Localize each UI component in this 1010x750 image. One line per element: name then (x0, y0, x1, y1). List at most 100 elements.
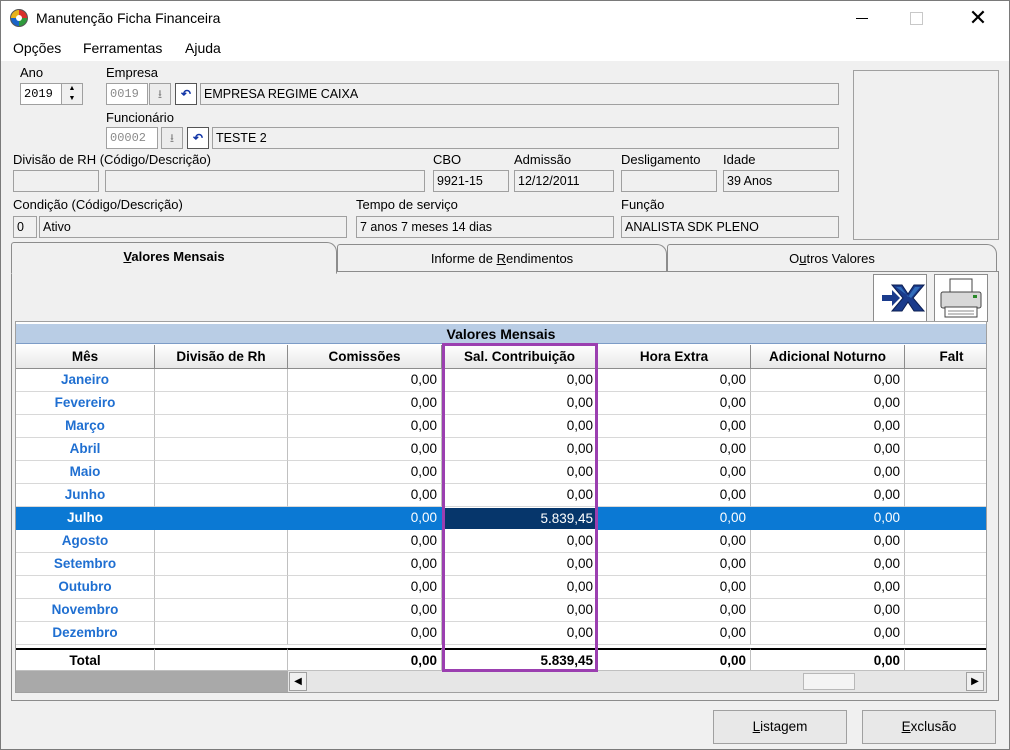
cell-mes[interactable]: Outubro (16, 576, 155, 599)
listagem-button[interactable]: Listagem (713, 710, 847, 744)
funcionario-code-input[interactable]: 00002 (106, 127, 158, 149)
cell-divisao[interactable] (155, 484, 288, 507)
cell-faltas[interactable] (905, 484, 986, 507)
cell-comissoes[interactable]: 0,00 (288, 599, 442, 622)
tab-informe-rendimentos[interactable]: Informe de Rendimentos (337, 244, 667, 272)
cell-mes[interactable]: Julho (16, 507, 155, 530)
cell-sal-contribuicao[interactable]: 0,00 (442, 461, 598, 484)
cell-divisao[interactable] (155, 576, 288, 599)
cell-mes[interactable]: Fevereiro (16, 392, 155, 415)
table-row[interactable]: Outubro 0,00 0,00 0,00 0,00 (16, 576, 986, 599)
table-row-total[interactable]: Total 0,00 5.839,45 0,00 0,00 (16, 648, 986, 671)
empresa-code-input[interactable]: 0019 (106, 83, 148, 105)
cell-hora-extra[interactable]: 0,00 (598, 507, 751, 530)
cell-adicional-noturno[interactable]: 0,00 (751, 530, 905, 553)
cell-divisao[interactable] (155, 369, 288, 392)
cell-faltas[interactable] (905, 438, 986, 461)
funcionario-download-icon[interactable]: ⭳ (161, 127, 183, 149)
scroll-right-icon[interactable]: ▶ (966, 672, 984, 691)
cell-comissoes[interactable]: 0,00 (288, 392, 442, 415)
cell-faltas[interactable] (905, 461, 986, 484)
cell-comissoes[interactable]: 0,00 (288, 576, 442, 599)
cell-divisao[interactable] (155, 599, 288, 622)
table-row[interactable]: Julho 0,00 5.839,45 0,00 0,00 (16, 507, 986, 530)
cell-adicional-noturno[interactable]: 0,00 (751, 507, 905, 530)
close-button[interactable]: ✕ (955, 1, 1001, 35)
table-row[interactable]: Junho 0,00 0,00 0,00 0,00 (16, 484, 986, 507)
cell-hora-extra[interactable]: 0,00 (598, 553, 751, 576)
tab-valores-mensais[interactable]: Valores Mensais (11, 242, 337, 274)
cell-divisao[interactable] (155, 553, 288, 576)
cell-adicional-noturno[interactable]: 0,00 (751, 461, 905, 484)
cell-adicional-noturno[interactable]: 0,00 (751, 369, 905, 392)
col-hora-extra-header[interactable]: Hora Extra (598, 345, 751, 369)
cell-faltas[interactable] (905, 415, 986, 438)
cell-hora-extra[interactable]: 0,00 (598, 530, 751, 553)
table-row[interactable]: Dezembro 0,00 0,00 0,00 0,00 (16, 622, 986, 645)
print-button[interactable] (934, 274, 988, 322)
col-faltas-header[interactable]: Falt (905, 345, 986, 369)
cell-faltas[interactable] (905, 622, 986, 645)
cell-hora-extra[interactable]: 0,00 (598, 415, 751, 438)
cell-sal-contribuicao[interactable]: 0,00 (442, 392, 598, 415)
col-comissoes-header[interactable]: Comissões (288, 345, 442, 369)
cell-sal-contribuicao[interactable]: 0,00 (442, 553, 598, 576)
cell-adicional-noturno[interactable]: 0,00 (751, 438, 905, 461)
cell-hora-extra[interactable]: 0,00 (598, 369, 751, 392)
cell-comissoes[interactable]: 0,00 (288, 461, 442, 484)
cell-divisao[interactable] (155, 530, 288, 553)
cell-hora-extra[interactable]: 0,00 (598, 392, 751, 415)
cell-sal-contribuicao[interactable]: 0,00 (442, 438, 598, 461)
empresa-undo-icon[interactable]: ↶ (175, 83, 197, 105)
cell-hora-extra[interactable]: 0,00 (598, 576, 751, 599)
cell-faltas[interactable] (905, 599, 986, 622)
cell-divisao[interactable] (155, 392, 288, 415)
cell-faltas[interactable] (905, 553, 986, 576)
cell-adicional-noturno[interactable]: 0,00 (751, 553, 905, 576)
cell-sal-contribuicao[interactable]: 5.839,45 (442, 648, 598, 671)
cell-mes[interactable]: Dezembro (16, 622, 155, 645)
table-row[interactable]: Janeiro 0,00 0,00 0,00 0,00 (16, 369, 986, 392)
cell-adicional-noturno[interactable]: 0,00 (751, 599, 905, 622)
cell-sal-contribuicao[interactable]: 5.839,45 (442, 507, 598, 530)
cell-adicional-noturno[interactable]: 0,00 (751, 576, 905, 599)
cell-hora-extra[interactable]: 0,00 (598, 484, 751, 507)
cell-sal-contribuicao[interactable]: 0,00 (442, 622, 598, 645)
ano-spinner[interactable]: ▲ ▼ (61, 83, 83, 105)
exclusao-button[interactable]: Exclusão (862, 710, 996, 744)
cell-comissoes[interactable]: 0,00 (288, 507, 442, 530)
ano-input[interactable]: 2019 (20, 83, 62, 105)
excel-export-button[interactable] (873, 274, 927, 322)
cell-divisao[interactable] (155, 507, 288, 530)
col-mes-header[interactable]: Mês (16, 345, 155, 369)
table-row[interactable]: Março 0,00 0,00 0,00 0,00 (16, 415, 986, 438)
cell-comissoes[interactable]: 0,00 (288, 530, 442, 553)
table-row[interactable]: Abril 0,00 0,00 0,00 0,00 (16, 438, 986, 461)
cell-divisao[interactable] (155, 438, 288, 461)
maximize-button[interactable] (893, 1, 939, 35)
cell-comissoes[interactable]: 0,00 (288, 438, 442, 461)
cell-hora-extra[interactable]: 0,00 (598, 599, 751, 622)
cell-hora-extra[interactable]: 0,00 (598, 622, 751, 645)
cell-faltas[interactable] (905, 648, 986, 671)
table-row[interactable]: Fevereiro 0,00 0,00 0,00 0,00 (16, 392, 986, 415)
spin-down-icon[interactable]: ▼ (62, 94, 82, 104)
cell-comissoes[interactable]: 0,00 (288, 622, 442, 645)
cell-divisao[interactable] (155, 622, 288, 645)
horizontal-scrollbar[interactable]: ◀ ▶ (16, 670, 986, 692)
cell-sal-contribuicao[interactable]: 0,00 (442, 530, 598, 553)
cell-comissoes[interactable]: 0,00 (288, 369, 442, 392)
cell-mes[interactable]: Janeiro (16, 369, 155, 392)
empresa-download-icon[interactable]: ⭳ (149, 83, 171, 105)
cell-sal-contribuicao[interactable]: 0,00 (442, 576, 598, 599)
cell-mes[interactable]: Abril (16, 438, 155, 461)
col-adicional-noturno-header[interactable]: Adicional Noturno (751, 345, 905, 369)
cell-divisao[interactable] (155, 648, 288, 671)
cell-mes[interactable]: Total (16, 648, 155, 671)
cell-faltas[interactable] (905, 369, 986, 392)
cell-comissoes[interactable]: 0,00 (288, 484, 442, 507)
funcionario-undo-icon[interactable]: ↶ (187, 127, 209, 149)
menu-ferramentas[interactable]: Ferramentas (83, 40, 162, 56)
cell-comissoes[interactable]: 0,00 (288, 648, 442, 671)
cell-adicional-noturno[interactable]: 0,00 (751, 415, 905, 438)
